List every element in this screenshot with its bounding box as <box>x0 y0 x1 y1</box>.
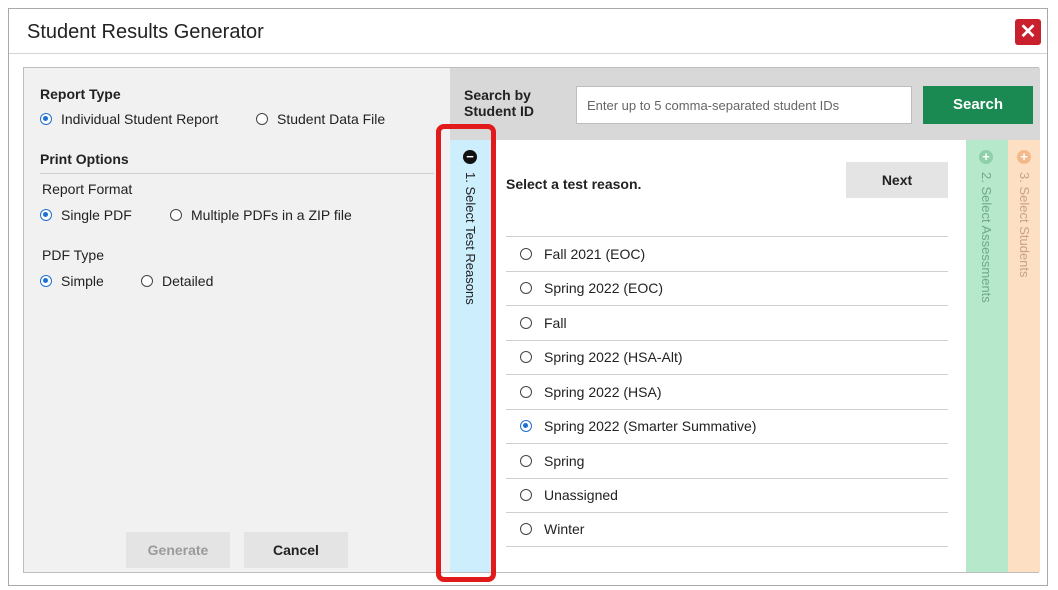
reason-label: Fall 2021 (EOC) <box>544 245 646 262</box>
dialog-title: Student Results Generator <box>27 21 264 43</box>
next-button[interactable]: Next <box>846 162 948 198</box>
cancel-button[interactable]: Cancel <box>244 532 348 568</box>
radio-unchecked-icon[interactable] <box>520 454 532 467</box>
reason-label: Spring 2022 (HSA-Alt) <box>544 349 683 366</box>
radio-label: Simple <box>61 273 104 289</box>
step-label: 2. Select Assessments <box>979 172 994 303</box>
list-item[interactable]: Spring 2022 (EOC) <box>506 270 948 306</box>
options-panel: Report Type Individual Student Report St… <box>24 68 450 572</box>
radio-label: Multiple PDFs in a ZIP file <box>191 207 352 223</box>
radio-unchecked-icon[interactable] <box>170 209 182 221</box>
list-item[interactable]: Spring 2022 (HSA-Alt) <box>506 339 948 375</box>
reason-label: Spring 2022 (Smarter Summative) <box>544 418 757 435</box>
report-format-label: Report Format <box>42 181 133 197</box>
test-reasons-title: Select a test reason. <box>506 176 642 192</box>
plus-circle-icon: + <box>979 150 993 164</box>
radio-simple[interactable]: Simple <box>40 273 104 289</box>
radio-single-pdf[interactable]: Single PDF <box>40 207 132 223</box>
reason-label: Spring <box>544 452 585 469</box>
radio-unchecked-icon[interactable] <box>520 247 532 260</box>
step-tab-select-assessments[interactable]: + 2. Select Assessments <box>966 140 1008 572</box>
radio-unchecked-icon[interactable] <box>520 351 532 364</box>
radio-unchecked-icon[interactable] <box>256 113 268 125</box>
close-icon[interactable]: ✕ <box>1015 19 1041 45</box>
radio-label: Student Data File <box>277 111 386 127</box>
student-id-search-bar: Search by Student ID Search <box>450 68 1040 140</box>
test-reason-list: Fall 2021 (EOC) Spring 2022 (EOC) Fall S… <box>506 236 948 547</box>
list-item[interactable]: Spring 2022 (Smarter Summative) <box>506 408 948 444</box>
list-item[interactable]: Fall 2021 (EOC) <box>506 236 948 271</box>
radio-unchecked-icon[interactable] <box>520 489 532 502</box>
radio-student-data-file[interactable]: Student Data File <box>256 111 385 127</box>
radio-label: Single PDF <box>61 207 132 223</box>
reason-label: Unassigned <box>544 487 618 504</box>
search-button[interactable]: Search <box>923 86 1033 124</box>
list-item[interactable]: Spring 2022 (HSA) <box>506 374 948 409</box>
dialog-content: Report Type Individual Student Report St… <box>23 67 1040 573</box>
step-tab-select-test-reasons[interactable]: − 1. Select Test Reasons <box>450 140 492 572</box>
test-reasons-panel: Select a test reason. Next Fall 2021 (EO… <box>492 140 966 572</box>
print-options-divider <box>40 173 434 174</box>
radio-unchecked-icon[interactable] <box>141 275 153 287</box>
list-item[interactable]: Unassigned <box>506 477 948 513</box>
reason-label: Spring 2022 (HSA) <box>544 383 662 400</box>
student-results-generator-dialog: Student Results Generator ✕ Report Type … <box>8 8 1048 586</box>
student-id-search-input[interactable] <box>576 86 912 124</box>
reason-label: Fall <box>544 314 567 331</box>
print-options-title: Print Options <box>40 151 129 167</box>
radio-checked-icon[interactable] <box>40 275 52 287</box>
list-item[interactable]: Winter <box>506 512 948 547</box>
radio-unchecked-icon[interactable] <box>520 316 532 329</box>
radio-checked-icon[interactable] <box>40 113 52 125</box>
list-item[interactable]: Fall <box>506 305 948 340</box>
step-tab-select-students[interactable]: + 3. Select Students <box>1008 140 1040 572</box>
search-label: Search by Student ID <box>464 87 534 119</box>
reason-label: Winter <box>544 521 585 538</box>
radio-label: Individual Student Report <box>61 111 219 127</box>
radio-label: Detailed <box>162 273 214 289</box>
radio-individual-student-report[interactable]: Individual Student Report <box>40 111 218 127</box>
reason-label: Spring 2022 (EOC) <box>544 280 664 297</box>
radio-detailed[interactable]: Detailed <box>141 273 213 289</box>
step-label: 1. Select Test Reasons <box>463 172 478 305</box>
pdf-type-label: PDF Type <box>42 247 104 263</box>
radio-unchecked-icon[interactable] <box>520 385 532 398</box>
radio-checked-icon[interactable] <box>40 209 52 221</box>
dialog-title-bar: Student Results Generator ✕ <box>9 9 1047 54</box>
radio-unchecked-icon[interactable] <box>520 282 532 295</box>
radio-unchecked-icon[interactable] <box>520 523 532 536</box>
radio-multiple-pdfs-zip[interactable]: Multiple PDFs in a ZIP file <box>170 207 352 223</box>
plus-circle-icon: + <box>1017 150 1031 164</box>
radio-checked-icon[interactable] <box>520 420 532 433</box>
list-item[interactable]: Spring <box>506 443 948 478</box>
step-label: 3. Select Students <box>1017 172 1032 278</box>
generate-button[interactable]: Generate <box>126 532 230 568</box>
minus-circle-icon: − <box>463 150 477 164</box>
report-type-title: Report Type <box>40 86 121 102</box>
